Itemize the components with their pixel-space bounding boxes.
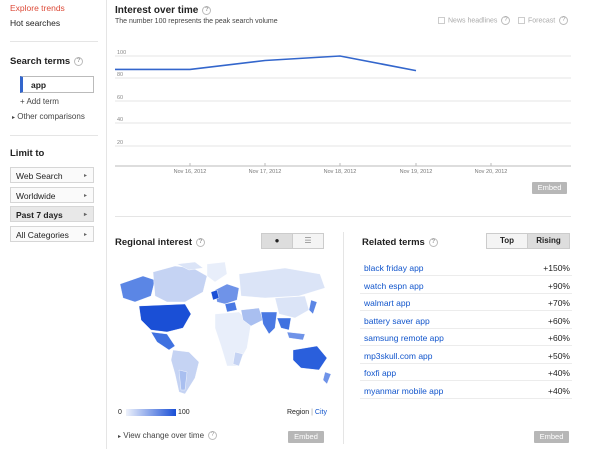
scale-max-label: 100 — [178, 409, 190, 416]
related-term-row[interactable]: foxfi app +40% — [360, 364, 572, 381]
region-option[interactable]: Region — [287, 409, 309, 416]
color-scale-bar — [126, 409, 176, 416]
help-icon[interactable]: ? — [208, 431, 218, 441]
y-tick-label: 60 — [117, 95, 123, 101]
map-view-toggle[interactable]: ● — [261, 233, 293, 249]
related-term-link[interactable]: watch espn app — [364, 281, 424, 291]
chevron-right-icon: ▸ — [83, 212, 87, 218]
related-term-link[interactable]: black friday app — [364, 263, 424, 273]
city-option[interactable]: City — [315, 409, 327, 416]
help-icon[interactable]: ? — [428, 237, 438, 247]
region-europe — [214, 283, 240, 305]
chevron-right-icon: ▸ — [83, 193, 87, 199]
related-term-value: +40% — [548, 385, 570, 396]
triangle-right-icon: ▸ — [118, 434, 122, 440]
world-map — [119, 262, 332, 395]
region-usa — [138, 303, 192, 333]
y-tick-label: 100 — [117, 50, 126, 56]
view-change-over-time-toggle[interactable]: ▸ View change over time? — [118, 431, 218, 441]
scale-min-label: 0 — [118, 409, 122, 416]
related-term-value: +150% — [543, 263, 570, 273]
related-term-value: +40% — [548, 368, 570, 378]
embed-button[interactable]: Embed — [288, 431, 324, 443]
region-canada — [152, 265, 208, 303]
column-divider — [343, 232, 344, 444]
interest-series-line — [115, 55, 417, 72]
related-term-row[interactable]: watch espn app +90% — [360, 277, 572, 294]
x-tick-label: Nov 20, 2012 — [475, 169, 508, 175]
region-mexico — [150, 331, 176, 351]
region-south-africa — [232, 351, 244, 367]
list-view-toggle[interactable]: ☰ — [292, 233, 324, 249]
list-icon: ☰ — [304, 236, 312, 245]
region-alaska — [119, 275, 156, 303]
region-greenland — [206, 262, 228, 283]
embed-button[interactable]: Embed — [532, 182, 567, 194]
past-7-days-filter[interactable]: Past 7 days ▸ — [10, 206, 94, 222]
region-indonesia — [286, 331, 306, 341]
related-term-link[interactable]: mp3skull.com app — [364, 351, 433, 361]
related-term-row[interactable]: samsung remote app +60% — [360, 329, 572, 346]
x-tick-label: Nov 19, 2012 — [400, 169, 433, 175]
regional-interest-heading: Regional interest? — [115, 237, 206, 248]
y-tick-label: 20 — [117, 140, 123, 146]
region-russia — [238, 267, 326, 299]
x-tick-label: Nov 16, 2012 — [174, 169, 207, 175]
region-australia — [292, 345, 328, 371]
region-southeast-asia — [276, 317, 292, 331]
region-southern-europe — [224, 301, 238, 313]
region-new-zealand — [322, 371, 332, 385]
related-term-value: +50% — [548, 350, 570, 361]
related-term-row[interactable]: mp3skull.com app +50% — [360, 347, 572, 364]
related-term-link[interactable]: myanmar mobile app — [364, 386, 443, 396]
region-japan — [308, 299, 318, 315]
related-term-row[interactable]: black friday app +150% — [360, 259, 572, 276]
region-city-toggle[interactable]: Region | City — [287, 409, 327, 416]
x-tick-label: Nov 17, 2012 — [249, 169, 282, 175]
interest-line-chart: 100 80 60 40 20 Nov 16, 2012 Nov 17, 2012 Nov 1… — [115, 50, 571, 175]
related-term-link[interactable]: walmart app — [364, 298, 410, 308]
all-categories-filter[interactable]: All Categories ▸ — [10, 226, 94, 242]
region-india — [260, 311, 278, 335]
related-term-link[interactable]: battery saver app — [364, 316, 430, 326]
y-tick-label: 40 — [117, 117, 123, 123]
related-term-link[interactable]: foxfi app — [364, 368, 396, 378]
related-term-value: +60% — [548, 315, 570, 326]
rising-tab[interactable]: Rising — [527, 233, 570, 249]
y-tick-label: 80 — [117, 72, 123, 78]
section-divider — [115, 216, 571, 217]
related-term-value: +90% — [548, 280, 570, 291]
related-terms-heading: Related terms? — [362, 237, 438, 248]
related-term-value: +60% — [548, 333, 570, 343]
related-term-row[interactable]: myanmar mobile app +40% — [360, 382, 572, 399]
chevron-right-icon: ▸ — [83, 232, 87, 238]
related-term-row[interactable]: walmart app +70% — [360, 294, 572, 311]
related-term-row[interactable]: battery saver app +60% — [360, 312, 572, 329]
help-icon[interactable]: ? — [196, 237, 206, 247]
globe-icon: ● — [274, 236, 280, 245]
region-china — [274, 295, 310, 319]
related-term-link[interactable]: samsung remote app — [364, 333, 444, 343]
embed-button[interactable]: Embed — [534, 431, 569, 443]
related-term-value: +70% — [548, 298, 570, 308]
x-tick-label: Nov 18, 2012 — [324, 169, 357, 175]
top-tab[interactable]: Top — [486, 233, 528, 249]
